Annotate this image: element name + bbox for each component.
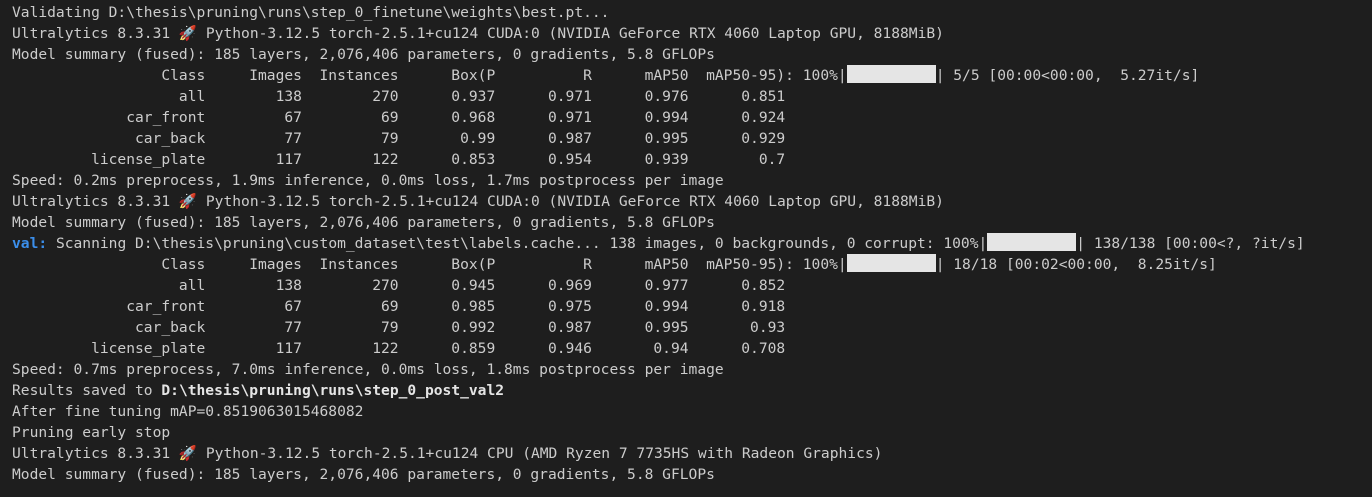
val-prefix: val: <box>12 235 48 252</box>
metrics-row: car_back 77 79 0.99 0.987 0.995 0.929 <box>12 130 786 147</box>
metrics-row: car_front 67 69 0.985 0.975 0.994 0.918 <box>12 298 786 315</box>
metrics-row: license_plate 117 122 0.853 0.954 0.939 … <box>12 151 786 168</box>
progress-tail: | 5/5 [00:00<00:00, 5.27it/s] <box>935 67 1200 84</box>
terminal-output: Validating D:\thesis\pruning\runs\step_0… <box>12 2 1368 485</box>
progress-bar <box>987 233 1077 251</box>
scan-tail: | 138/138 [00:00<?, ?it/s] <box>1076 235 1305 252</box>
speed-line: Speed: 0.2ms preprocess, 1.9ms inference… <box>12 172 724 189</box>
metrics-row: car_front 67 69 0.968 0.971 0.994 0.924 <box>12 109 786 126</box>
metrics-header-text: Class Images Instances Box(P R mAP50 mAP… <box>12 256 847 273</box>
metrics-row: license_plate 117 122 0.859 0.946 0.94 0… <box>12 340 786 357</box>
metrics-row: all 138 270 0.937 0.971 0.976 0.851 <box>12 88 786 105</box>
metrics-row: all 138 270 0.945 0.969 0.977 0.852 <box>12 277 786 294</box>
scan-line: val: Scanning D:\thesis\pruning\custom_d… <box>12 233 1368 254</box>
model-summary-line: Model summary (fused): 185 layers, 2,076… <box>12 46 715 63</box>
metrics-header-line: Class Images Instances Box(P R mAP50 mAP… <box>12 65 1368 86</box>
metrics-header-text: Class Images Instances Box(P R mAP50 mAP… <box>12 67 847 84</box>
scan-text: Scanning D:\thesis\pruning\custom_datase… <box>47 235 988 252</box>
metrics-header-line: Class Images Instances Box(P R mAP50 mAP… <box>12 254 1368 275</box>
progress-tail: | 18/18 [00:02<00:00, 8.25it/s] <box>935 256 1217 273</box>
environment-line: Ultralytics 8.3.31 🚀 Python-3.12.5 torch… <box>12 445 883 462</box>
pruning-early-stop-line: Pruning early stop <box>12 424 171 441</box>
environment-line: Ultralytics 8.3.31 🚀 Python-3.12.5 torch… <box>12 193 944 210</box>
fine-tuning-map-line: After fine tuning mAP=0.8519063015468082 <box>12 403 364 420</box>
validating-line: Validating D:\thesis\pruning\runs\step_0… <box>12 4 610 21</box>
model-summary-line: Model summary (fused): 185 layers, 2,076… <box>12 466 715 483</box>
results-saved-label: Results saved to <box>12 382 162 399</box>
metrics-row: car_back 77 79 0.992 0.987 0.995 0.93 <box>12 319 786 336</box>
model-summary-line: Model summary (fused): 185 layers, 2,076… <box>12 214 715 231</box>
environment-line: Ultralytics 8.3.31 🚀 Python-3.12.5 torch… <box>12 25 944 42</box>
progress-bar <box>846 254 936 272</box>
results-saved-path: D:\thesis\pruning\runs\step_0_post_val2 <box>161 382 505 399</box>
speed-line: Speed: 0.7ms preprocess, 7.0ms inference… <box>12 361 724 378</box>
progress-bar <box>846 65 936 83</box>
results-saved-line: Results saved to D:\thesis\pruning\runs\… <box>12 380 1368 401</box>
